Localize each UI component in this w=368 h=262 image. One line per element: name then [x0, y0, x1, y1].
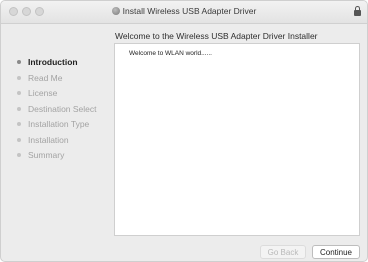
lock-icon[interactable] [354, 6, 361, 16]
step-bullet-icon [17, 60, 21, 64]
step-bullet-icon [17, 153, 21, 157]
step-bullet-icon [17, 122, 21, 126]
installer-window: Install Wireless USB Adapter Driver Welc… [0, 0, 368, 262]
step-read-me: Read Me [13, 73, 97, 89]
step-label: Summary [28, 150, 65, 160]
step-installation: Installation [13, 135, 97, 151]
step-label: Destination Select [28, 103, 97, 114]
step-destination-select: Destination Select [13, 104, 97, 120]
step-summary: Summary [13, 150, 97, 166]
step-label: Installation Type [28, 119, 90, 129]
steps-sidebar: Introduction Read Me License Destination… [13, 57, 97, 166]
step-bullet-icon [17, 106, 21, 111]
page-header: Welcome to the Wireless USB Adapter Driv… [115, 31, 318, 41]
step-label: Installation [28, 134, 69, 145]
step-bullet-icon [17, 137, 21, 142]
step-installation-type: Installation Type [13, 119, 97, 135]
step-label: Read Me [28, 72, 63, 83]
step-label: License [28, 88, 58, 98]
title-bar[interactable]: Install Wireless USB Adapter Driver [1, 1, 367, 24]
step-bullet-icon [17, 75, 21, 80]
installer-package-icon [111, 7, 120, 15]
go-back-button[interactable]: Go Back [260, 245, 306, 259]
window-title-group: Install Wireless USB Adapter Driver [1, 6, 367, 16]
step-license: License [13, 88, 97, 104]
welcome-text: Welcome to WLAN world...... [129, 50, 212, 57]
continue-button[interactable]: Continue [312, 245, 360, 259]
step-introduction: Introduction [13, 57, 97, 73]
step-bullet-icon [17, 91, 21, 95]
window-title: Install Wireless USB Adapter Driver [122, 6, 257, 16]
step-label: Introduction [28, 57, 78, 67]
content-pane[interactable]: Welcome to WLAN world...... [114, 43, 360, 236]
